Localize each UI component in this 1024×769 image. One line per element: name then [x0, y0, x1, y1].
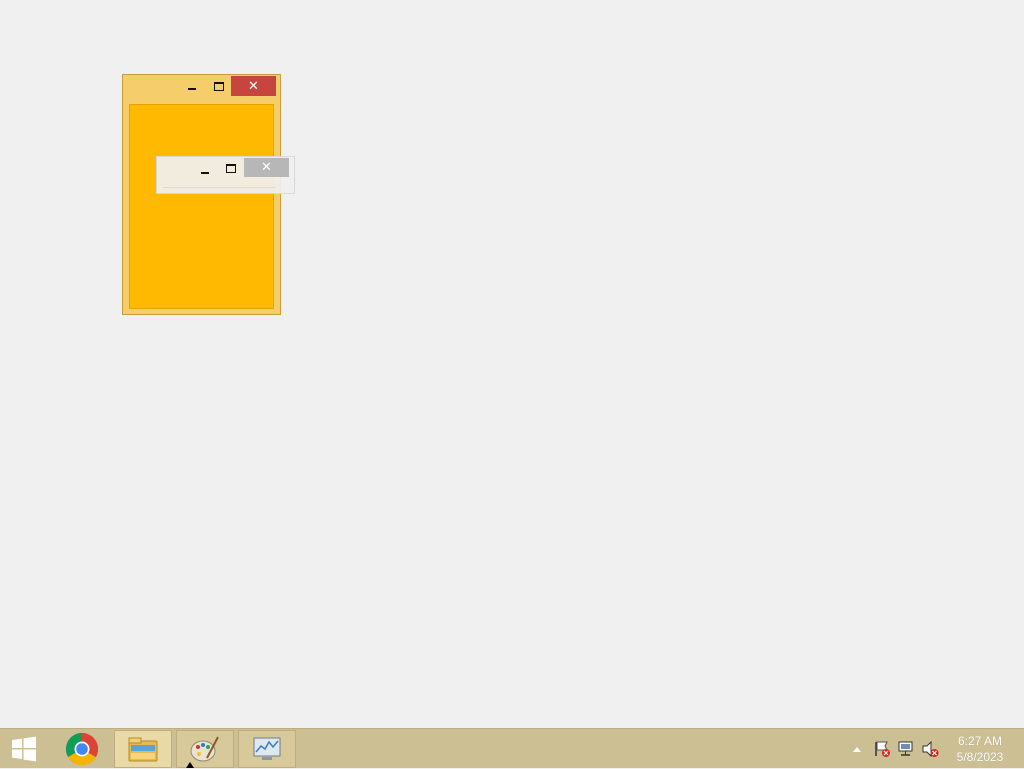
taskbar-chrome[interactable] — [54, 730, 110, 768]
taskbar: 6:27 AM 5/8/2023 — [0, 728, 1024, 768]
show-hidden-icons-button[interactable] — [850, 729, 864, 769]
close-icon: ✕ — [248, 78, 259, 94]
network-icon — [898, 741, 913, 756]
performance-monitor-icon — [253, 737, 281, 760]
taskbar-performance-monitor[interactable] — [238, 730, 296, 768]
close-icon: ✕ — [261, 160, 272, 175]
network-button[interactable] — [896, 729, 916, 769]
window-client-area[interactable] — [129, 104, 274, 309]
minimize-icon — [201, 172, 209, 174]
yellow-window[interactable]: ✕ — [122, 74, 281, 315]
clock-date: 5/8/2023 — [956, 750, 1004, 764]
dialog-close-button[interactable]: ✕ — [244, 158, 289, 177]
file-explorer-icon — [128, 737, 158, 762]
action-center-flag-icon — [875, 741, 890, 757]
mouse-cursor — [186, 762, 194, 768]
maximize-button[interactable] — [207, 76, 231, 96]
taskbar-clock[interactable]: 6:27 AM 5/8/2023 — [946, 733, 1014, 765]
minimize-icon — [188, 88, 196, 90]
close-button[interactable]: ✕ — [231, 76, 276, 96]
paint-icon — [190, 736, 219, 762]
dialog-window[interactable]: ✕ — [156, 156, 295, 194]
window-title-bar[interactable]: ✕ — [123, 75, 280, 102]
chevron-up-icon — [853, 747, 861, 752]
windows-logo-icon — [12, 736, 36, 762]
volume-muted-icon — [922, 740, 939, 758]
chrome-icon — [65, 732, 99, 766]
dialog-divider — [163, 187, 276, 188]
clock-time: 6:27 AM — [957, 734, 1003, 748]
dialog-maximize-button[interactable] — [221, 158, 241, 178]
minimize-button[interactable] — [180, 76, 204, 96]
volume-button[interactable] — [920, 729, 940, 769]
dialog-minimize-button[interactable] — [195, 160, 215, 180]
taskbar-paint[interactable] — [176, 730, 234, 768]
maximize-icon — [214, 81, 224, 91]
action-center-button[interactable] — [872, 729, 892, 769]
desktop[interactable]: ✕ ✕ — [0, 0, 1024, 728]
maximize-icon — [226, 163, 236, 173]
start-button[interactable] — [0, 730, 48, 768]
taskbar-file-explorer[interactable] — [114, 730, 172, 768]
